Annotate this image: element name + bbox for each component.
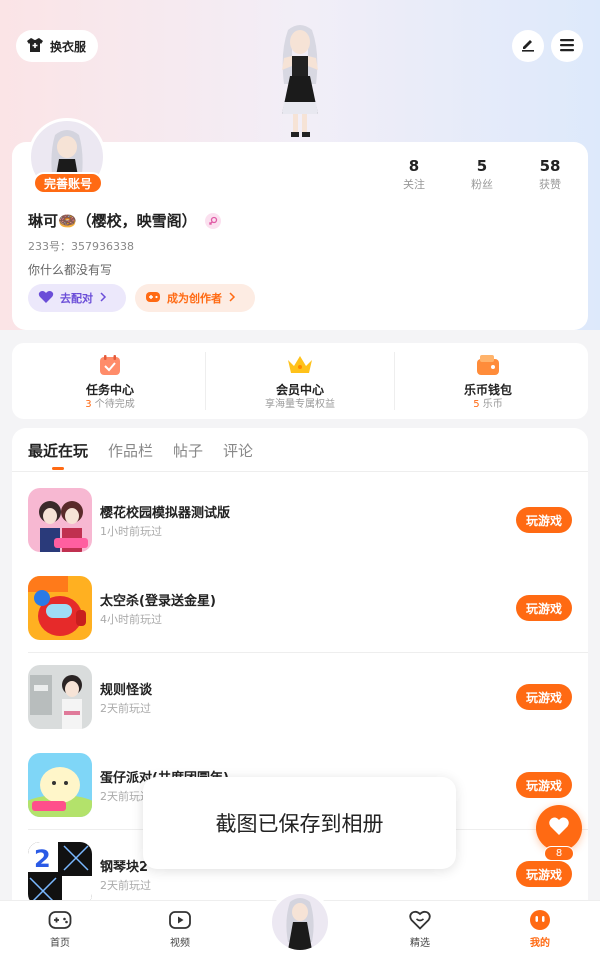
followers-label: 粉丝 [471,178,493,191]
avatar [272,894,328,950]
game-time: 2天前玩过 [100,702,151,715]
game-icon [28,665,92,729]
tab-works[interactable]: 作品栏 [108,440,153,461]
play-game-button[interactable]: 玩游戏 [516,595,572,621]
heart-outline-icon [390,908,450,932]
user-id[interactable]: 233号：357936338 [28,238,134,254]
tab-posts[interactable]: 帖子 [173,440,203,461]
followers-count: 5 [476,157,488,175]
row-divider [28,652,588,653]
play-game-button[interactable]: 玩游戏 [516,507,572,533]
nav-home[interactable]: 首页 [30,908,90,949]
task-center-sub: 个待完成 [94,399,135,410]
vip-center[interactable]: 会员中心 享海量专属权益 [225,352,375,412]
task-count: 3 [85,399,92,410]
game-name: 规则怪谈 [100,683,153,698]
heart-icon [548,816,570,840]
tab-indicator [52,467,64,470]
vip-center-sub: 享海量专属权益 [265,399,335,410]
game-time: 1小时前玩过 [100,525,162,538]
edit-profile-button[interactable] [512,30,544,62]
gamepad-icon [30,908,90,932]
play-game-button[interactable]: 玩游戏 [516,861,572,887]
following-label: 关注 [403,178,425,191]
nav-me-label: 我的 [530,938,550,949]
become-creator-button[interactable]: 成为创作者 [135,284,255,312]
game-time: 2天前玩过 [100,879,151,892]
coin-wallet-sub: 乐币 [482,399,503,410]
coin-wallet[interactable]: 乐币钱包 5 乐币 [413,352,563,412]
pen-icon [520,36,536,56]
tab-recently-played[interactable]: 最近在玩 [28,440,88,461]
likes-stat[interactable]: 58 获赞 [525,156,575,194]
following-count: 8 [408,157,420,175]
game-time: 4小时前玩过 [100,613,162,626]
pair-button[interactable]: 去配对 [28,284,126,312]
task-center-title: 任务中心 [85,383,134,397]
tab-divider [12,471,588,472]
game-icon [28,488,92,552]
shirt-icon [26,37,44,56]
complete-account-badge[interactable]: 完善账号 [33,172,103,194]
floating-like-button[interactable] [536,805,582,851]
task-center-subtitle: 3 个待完成 [35,398,185,412]
nav-video-label: 视频 [170,938,190,949]
game-row[interactable]: 太空杀(登录送金星) 4小时前玩过 玩游戏 [28,576,588,640]
game-name: 钢琴块2 [100,860,149,875]
chevron-right-icon [228,291,236,305]
nav-featured[interactable]: 精选 [390,908,450,949]
change-outfit-label: 换衣服 [50,39,87,54]
game-row[interactable]: 樱花校园模拟器测试版 1小时前玩过 玩游戏 [28,488,588,552]
pair-label: 去配对 [60,292,93,305]
wallet-icon [413,352,563,378]
svg-text:2: 2 [34,845,51,873]
smile-face-icon [510,908,570,932]
game-name: 太空杀(登录送金星) [100,594,216,609]
calendar-icon [35,352,185,378]
nav-home-label: 首页 [50,938,70,949]
menu-button[interactable] [551,30,583,62]
bio: 你什么都没有写 [28,263,113,277]
game-icon: 2 [28,842,92,906]
task-center[interactable]: 任务中心 3 个待完成 [35,352,185,412]
nav-featured-label: 精选 [410,938,430,949]
vip-center-title: 会员中心 [275,383,324,397]
tab-comments[interactable]: 评论 [223,440,253,461]
creator-label: 成为创作者 [167,292,222,305]
following-stat[interactable]: 8 关注 [389,156,439,194]
game-row[interactable]: 规则怪谈 2天前玩过 玩游戏 [28,665,588,729]
divider [394,352,395,410]
crown-icon [225,352,375,378]
change-outfit-button[interactable]: 换衣服 [16,30,99,62]
divider [205,352,206,410]
game-icon [28,576,92,640]
avatar-figure[interactable] [262,22,338,142]
game-name: 樱花校园模拟器测试版 [100,506,231,521]
female-icon [204,212,221,229]
nav-video[interactable]: 视频 [150,908,210,949]
chevron-right-icon [99,291,107,305]
game-icon [28,753,92,817]
coin-wallet-subtitle: 5 乐币 [413,398,563,412]
heart-icon [38,290,54,307]
followers-stat[interactable]: 5 粉丝 [457,156,507,194]
likes-count: 58 [539,157,561,175]
play-game-button[interactable]: 玩游戏 [516,772,572,798]
floating-like-count: 8 [544,846,574,861]
video-play-icon [150,908,210,932]
nav-avatar-button[interactable] [268,890,332,954]
hamburger-icon [559,37,575,56]
coin-wallet-title: 乐币钱包 [463,383,512,397]
nav-me[interactable]: 我的 [510,908,570,949]
username: 琳可🍩（樱校，映雪阁） [28,212,197,230]
likes-label: 获赞 [539,178,561,191]
coin-count: 5 [473,399,480,410]
gamepad-icon [145,291,161,306]
screenshot-saved-toast: 截图已保存到相册 [143,777,456,869]
username-row: 琳可🍩（樱校，映雪阁） [28,210,221,231]
play-game-button[interactable]: 玩游戏 [516,684,572,710]
